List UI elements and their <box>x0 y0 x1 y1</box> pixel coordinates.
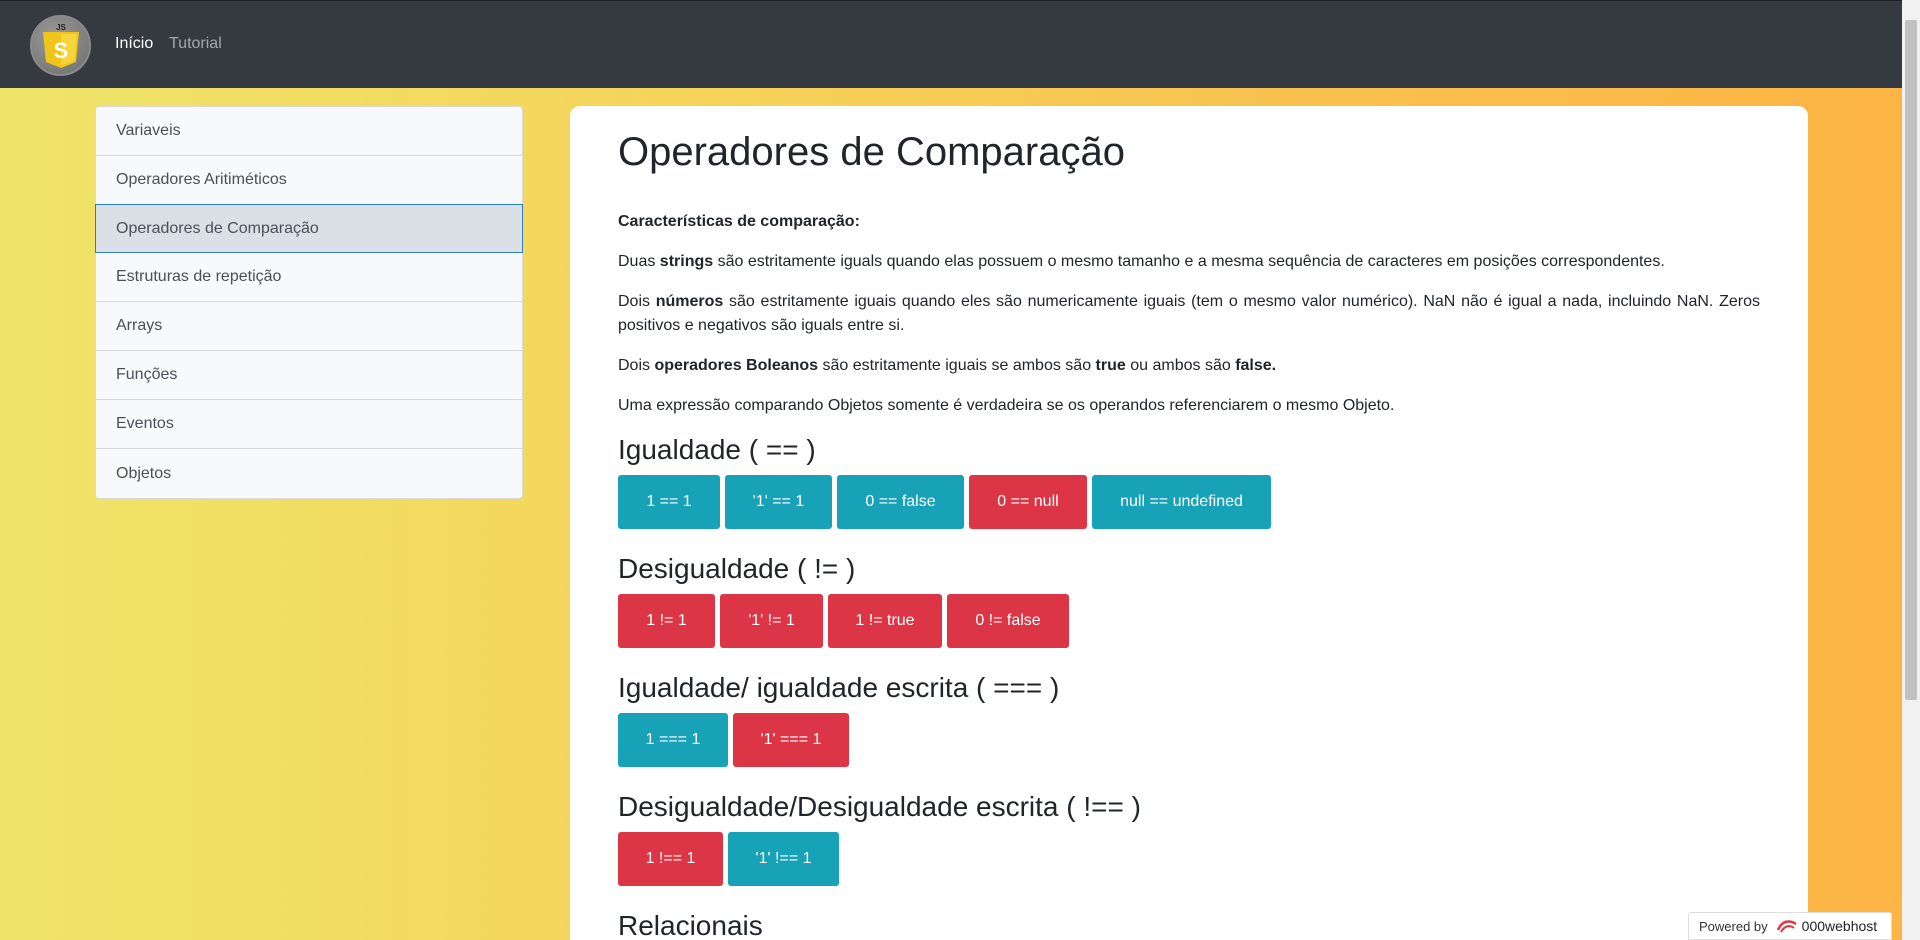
sidebar-item-variaveis[interactable]: Variaveis <box>96 107 522 156</box>
sidebar-item-objetos[interactable]: Objetos <box>96 449 522 498</box>
compare-button[interactable]: '1' != 1 <box>720 594 823 648</box>
webhost-brand: 000webhost <box>1776 918 1878 934</box>
characteristics-heading: Características de comparação: <box>618 213 860 230</box>
button-row-desigualdade-escrita: 1 !== 1 '1' !== 1 <box>618 832 839 886</box>
compare-button[interactable]: null == undefined <box>1092 475 1271 529</box>
button-row-desigualdade: 1 != 1 '1' != 1 1 != true 0 != false <box>618 594 1069 648</box>
compare-button[interactable]: 1 === 1 <box>618 713 728 767</box>
js-logo-icon[interactable]: JS S <box>30 15 91 76</box>
sidebar-item-estruturas-repeticao[interactable]: Estruturas de repetição <box>96 253 522 302</box>
svg-text:S: S <box>53 38 68 63</box>
sidebar-item-funcoes[interactable]: Funções <box>96 351 522 400</box>
svg-text:JS: JS <box>56 23 66 32</box>
section-heading-desigualdade-escrita: Desigualdade/Desigualdade escrita ( !== … <box>618 791 1141 822</box>
button-row-igualdade: 1 == 1 '1' == 1 0 == false 0 == null nul… <box>618 475 1271 529</box>
compare-button[interactable]: '1' == 1 <box>725 475 832 529</box>
section-heading-relacionais: Relacionais <box>618 910 763 940</box>
section-heading-igualdade: Igualdade ( == ) <box>618 434 816 465</box>
compare-button[interactable]: 0 == false <box>837 475 964 529</box>
sidebar-item-operadores-comparacao[interactable]: Operadores de Comparação <box>95 204 523 253</box>
compare-button[interactable]: 1 != true <box>828 594 942 648</box>
section-heading-igualdade-escrita: Igualdade/ igualdade escrita ( === ) <box>618 672 1060 703</box>
sidebar-item-operadores-aritimeticos[interactable]: Operadores Aritiméticos <box>96 156 522 205</box>
section-heading-desigualdade: Desigualdade ( != ) <box>618 553 856 584</box>
powered-by-badge[interactable]: Powered by 000webhost <box>1688 912 1892 940</box>
sidebar-item-arrays[interactable]: Arrays <box>96 302 522 351</box>
webhost-brand-label: 000webhost <box>1801 918 1878 934</box>
paragraph-strings: Duas strings são estritamente iguals qua… <box>618 253 1665 270</box>
webhost-logo-icon <box>1776 920 1797 933</box>
sidebar-menu: Variaveis Operadores Aritiméticos Operad… <box>95 106 523 499</box>
content-card: Operadores de Comparação Características… <box>570 106 1808 940</box>
nav-link-tutorial[interactable]: Tutorial <box>169 35 222 53</box>
scrollbar-thumb[interactable] <box>1905 20 1917 700</box>
paragraph-objetos: Uma expressão comparando Objetos somente… <box>618 397 1395 414</box>
page-scrollbar[interactable] <box>1902 0 1920 940</box>
button-row-igualdade-escrita: 1 === 1 '1' === 1 <box>618 713 849 767</box>
paragraph-numeros: Dois números são estritamente iguais qua… <box>618 293 1761 334</box>
compare-button[interactable]: 0 == null <box>969 475 1087 529</box>
compare-button[interactable]: 1 !== 1 <box>618 832 723 886</box>
nav-link-inicio[interactable]: Início <box>115 35 153 53</box>
powered-by-label: Powered by <box>1699 918 1768 934</box>
compare-button[interactable]: '1' !== 1 <box>728 832 839 886</box>
sidebar-item-eventos[interactable]: Eventos <box>96 400 522 449</box>
page-title: Operadores de Comparação <box>618 130 1125 174</box>
paragraph-boleanos: Dois operadores Boleanos são estritament… <box>618 357 1277 374</box>
compare-button[interactable]: 1 == 1 <box>618 475 720 529</box>
compare-button[interactable]: 1 != 1 <box>618 594 715 648</box>
top-navbar: JS S Início Tutorial <box>0 0 1902 88</box>
compare-button[interactable]: '1' === 1 <box>733 713 849 767</box>
compare-button[interactable]: 0 != false <box>947 594 1069 648</box>
